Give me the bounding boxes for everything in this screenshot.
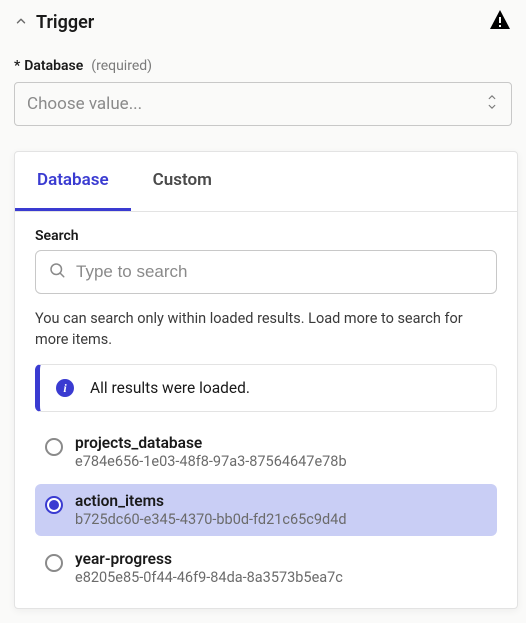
option-name: action_items — [75, 492, 347, 510]
field-label-text: Database — [24, 58, 83, 74]
database-field: *Database (required) Choose value... — [0, 40, 526, 126]
info-text: All results were loaded. — [90, 379, 250, 397]
option-action-items[interactable]: action_items b725dc60-e345-4370-bb0d-fd2… — [35, 484, 497, 536]
option-text: action_items b725dc60-e345-4370-bb0d-fd2… — [75, 492, 347, 528]
option-id: e784e656-1e03-48f8-97a3-87564647e78b — [75, 453, 347, 470]
options-list: projects_database e784e656-1e03-48f8-97a… — [15, 426, 517, 608]
option-text: year-progress e8205e85-0f44-46f9-84da-8a… — [75, 550, 343, 586]
field-label: *Database — [14, 58, 83, 74]
radio-icon — [45, 496, 63, 514]
dropdown-panel: Database Custom Search You can search on… — [14, 151, 518, 609]
option-id: b725dc60-e345-4370-bb0d-fd21c65c9d4d — [75, 511, 347, 528]
required-tag: (required) — [91, 58, 152, 74]
search-input[interactable] — [76, 262, 484, 282]
chevron-up-icon[interactable] — [14, 13, 28, 32]
tab-custom[interactable]: Custom — [131, 152, 234, 211]
search-section: Search — [15, 212, 517, 300]
option-name: projects_database — [75, 434, 347, 452]
option-id: e8205e85-0f44-46f9-84da-8a3573b5ea7c — [75, 569, 343, 586]
warning-icon[interactable] — [488, 8, 512, 36]
option-name: year-progress — [75, 550, 343, 568]
required-asterisk: * — [14, 58, 20, 74]
option-text: projects_database e784e656-1e03-48f8-97a… — [75, 434, 347, 470]
select-placeholder: Choose value... — [27, 94, 142, 114]
select-caret-icon — [485, 93, 499, 115]
search-helper-text: You can search only within loaded result… — [15, 300, 517, 364]
trigger-header: Trigger — [0, 0, 526, 40]
search-input-wrap[interactable] — [35, 250, 497, 294]
database-select[interactable]: Choose value... — [14, 82, 512, 126]
option-year-progress[interactable]: year-progress e8205e85-0f44-46f9-84da-8a… — [35, 542, 497, 594]
radio-icon — [45, 554, 63, 572]
field-label-row: *Database (required) — [14, 58, 512, 74]
info-banner: i All results were loaded. — [35, 364, 497, 412]
section-title: Trigger — [36, 12, 94, 33]
info-icon: i — [56, 379, 74, 397]
radio-icon — [45, 438, 63, 456]
search-icon — [48, 261, 66, 283]
tab-database[interactable]: Database — [15, 152, 131, 211]
option-projects-database[interactable]: projects_database e784e656-1e03-48f8-97a… — [35, 426, 497, 478]
header-left: Trigger — [14, 12, 94, 33]
search-label: Search — [35, 228, 497, 244]
tabs: Database Custom — [15, 152, 517, 212]
